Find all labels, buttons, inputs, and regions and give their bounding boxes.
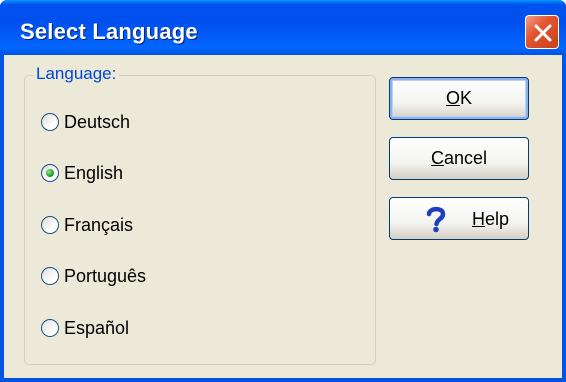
radio-button[interactable] (41, 319, 59, 337)
help-mnemonic: H (472, 209, 485, 229)
close-icon (534, 24, 552, 42)
close-button[interactable] (525, 15, 559, 49)
help-question-icon (426, 206, 446, 233)
help-button[interactable]: Help (389, 197, 529, 240)
radio-label: Français (64, 214, 134, 235)
language-groupbox: Language: Deutsch English Français Portu… (24, 64, 376, 365)
dialog-client-area: Language: Deutsch English Français Portu… (4, 55, 562, 378)
radio-button[interactable] (41, 267, 59, 285)
cancel-button[interactable]: Cancel (389, 137, 529, 180)
ok-button[interactable]: OK (389, 77, 529, 120)
ok-mnemonic: O (445, 88, 460, 108)
radio-label: Português (64, 265, 147, 286)
cancel-label-rest: ancel (443, 148, 488, 168)
radio-label: Español (64, 317, 130, 338)
radio-selected-dot (46, 169, 54, 177)
window-title: Select Language (20, 19, 198, 44)
ok-label-rest: K (460, 88, 473, 108)
radio-button[interactable] (41, 164, 59, 182)
language-group-label: Language: (33, 64, 120, 84)
radio-option-espanol[interactable]: Español (41, 315, 129, 341)
radio-label: English (64, 162, 124, 183)
radio-label: Deutsch (64, 111, 131, 132)
radio-option-portugues[interactable]: Português (41, 263, 146, 289)
radio-option-deutsch[interactable]: Deutsch (41, 109, 130, 135)
dialog-window: Select Language Language: Deutsch Englis… (0, 0, 566, 382)
cancel-mnemonic: C (430, 148, 444, 168)
help-label-rest: elp (485, 209, 510, 229)
radio-option-english[interactable]: English (41, 160, 123, 186)
title-bar[interactable]: Select Language (0, 0, 566, 55)
radio-button[interactable] (41, 113, 59, 131)
radio-button[interactable] (41, 216, 59, 234)
radio-option-francais[interactable]: Français (41, 212, 133, 238)
